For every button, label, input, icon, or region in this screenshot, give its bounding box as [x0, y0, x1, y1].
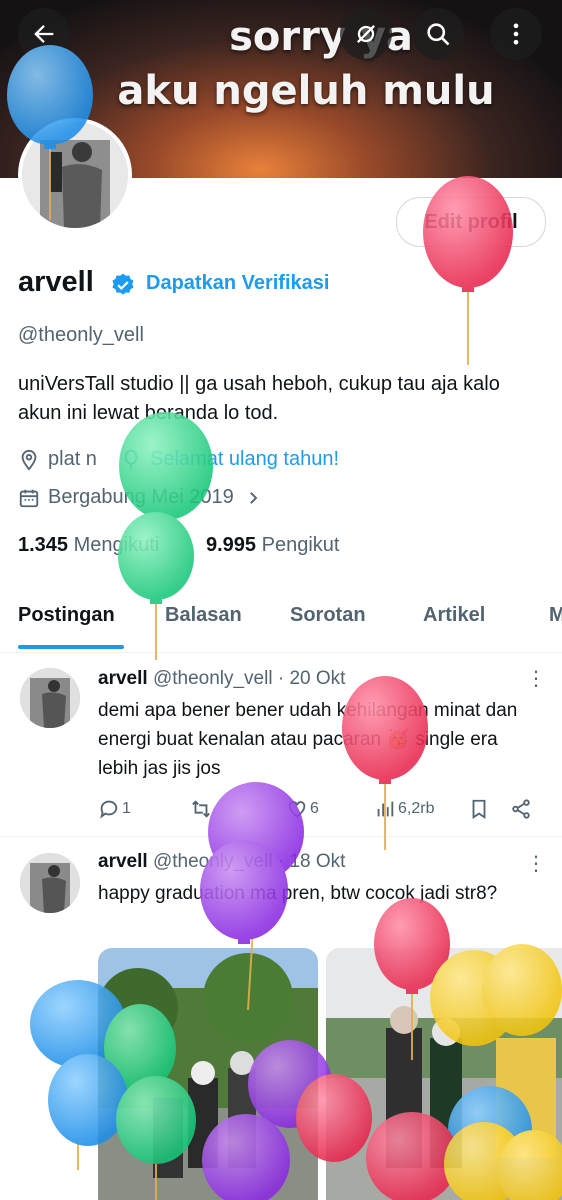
profile-avatar[interactable] [18, 118, 132, 232]
mute-button[interactable] [340, 8, 392, 60]
bookmark-button[interactable] [468, 798, 490, 820]
banner-caption-line2: aku ngeluh mulu [117, 68, 495, 114]
share-button[interactable] [510, 798, 532, 820]
tab-highlights[interactable]: Sorotan [290, 604, 366, 627]
post-header: arvell @theonly_vell · 20 Okt [98, 668, 345, 690]
share-icon [512, 799, 530, 819]
repost-icon [192, 800, 210, 818]
followers-link[interactable]: 9.995 Pengikut [206, 534, 339, 557]
profile-joined[interactable]: Bergabung Mei 2019 [18, 486, 262, 509]
get-verified-link[interactable]: Dapatkan Verifikasi [146, 272, 329, 295]
location-text: plat n [48, 448, 97, 470]
location-pin-icon [21, 449, 37, 471]
views-chart-icon [377, 801, 394, 817]
post-text: demi apa bener bener udah kehilangan min… [98, 700, 518, 779]
calendar-icon [19, 489, 39, 507]
post-avatar[interactable] [20, 668, 80, 728]
tab-media[interactable]: M [549, 604, 562, 627]
post-photo[interactable] [326, 948, 562, 1200]
following-count: 1.345 [18, 534, 69, 556]
profile-birthday: Selamat ulang tahun! [120, 448, 339, 471]
tab-posts[interactable]: Postingan [18, 604, 115, 627]
reply-icon [100, 800, 118, 819]
edit-profile-button[interactable]: Edit profil [396, 197, 546, 247]
views-button[interactable]: 6,2rb [374, 798, 434, 820]
like-count: 6 [310, 800, 319, 817]
following-link[interactable]: 1.345 Mengikuti [18, 534, 159, 557]
eye-slash-icon [357, 25, 375, 43]
followers-count: 9.995 [206, 534, 257, 556]
post-text: happy graduation ma pren, btw cocok jadi… [98, 883, 498, 904]
post-author-name[interactable]: arvell [98, 668, 148, 689]
repost-button[interactable] [190, 798, 212, 820]
reply-button[interactable]: 1 [98, 798, 131, 820]
following-label: Mengikuti [73, 534, 160, 556]
post-time[interactable]: · 20 Okt [278, 668, 346, 689]
active-tab-indicator [18, 645, 124, 649]
views-count: 6,2rb [398, 800, 435, 817]
like-button[interactable]: 6 [286, 798, 319, 820]
banner-caption-line1: sorry ya [229, 14, 413, 60]
profile-bio: uniVersTall studio || ga usah heboh, cuk… [18, 373, 500, 424]
profile-tabs: Postingan Balasan Sorotan Artikel M [0, 596, 562, 653]
tab-articles[interactable]: Artikel [423, 604, 485, 627]
post-more-icon[interactable]: ⋮ [526, 851, 546, 876]
search-icon [427, 23, 450, 46]
post-author-handle[interactable]: @theonly_vell [153, 668, 273, 689]
post-more-icon[interactable]: ⋮ [526, 666, 546, 691]
heart-icon [288, 801, 306, 818]
post-author-handle[interactable]: @theonly_vell [153, 851, 273, 872]
post-avatar[interactable] [20, 853, 80, 913]
search-button[interactable] [412, 8, 464, 60]
more-button[interactable] [490, 8, 542, 60]
post-header: arvell @theonly_vell · 18 Okt [98, 851, 345, 873]
more-vertical-icon [513, 23, 519, 45]
joined-text: Bergabung Mei 2019 [48, 486, 234, 508]
verified-badge-icon[interactable] [110, 272, 136, 298]
balloon-icon [124, 449, 138, 469]
profile-handle: @theonly_vell [18, 324, 144, 346]
birthday-text: Selamat ulang tahun! [150, 448, 340, 470]
arrow-left-icon [34, 25, 54, 43]
profile-name: arvell [18, 266, 94, 298]
reply-count: 1 [122, 800, 131, 817]
post-photo[interactable] [98, 948, 318, 1200]
tab-replies[interactable]: Balasan [165, 604, 242, 627]
back-button[interactable] [18, 8, 70, 60]
followers-label: Pengikut [261, 534, 340, 556]
chevron-right-icon [249, 491, 258, 504]
bookmark-icon [472, 799, 486, 819]
post-author-name[interactable]: arvell [98, 851, 148, 872]
post-item[interactable]: arvell @theonly_vell · 20 Okt ⋮ demi apa… [0, 652, 562, 836]
profile-location: plat n [18, 448, 97, 471]
post-time[interactable]: · 18 Okt [278, 851, 346, 872]
